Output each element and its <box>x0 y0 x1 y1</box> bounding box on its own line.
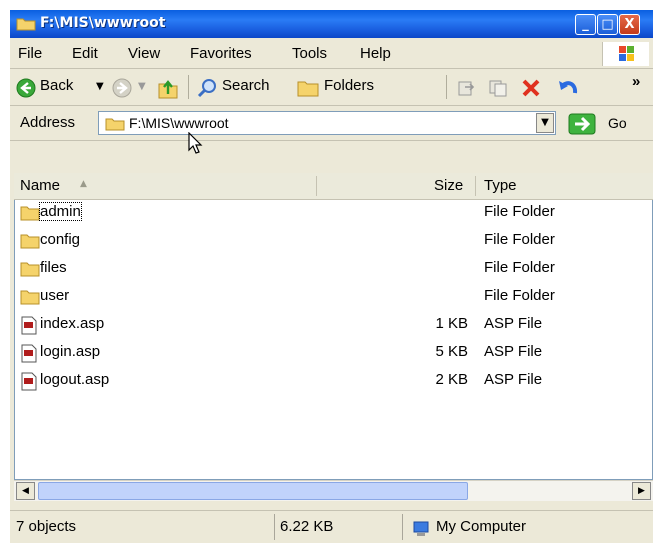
horizontal-scrollbar[interactable]: ◀ ▶ <box>14 480 653 501</box>
my-computer-icon <box>413 521 429 536</box>
address-dropdown-button[interactable]: ▼ <box>536 113 554 133</box>
more-tools-chevron[interactable]: » <box>632 73 640 90</box>
column-divider[interactable] <box>475 176 476 196</box>
status-total-size: 6.22 KB <box>280 518 334 535</box>
folders-icon[interactable] <box>296 77 320 99</box>
windows-flag-icon <box>619 46 634 61</box>
address-bar: Address F:\MIS\wwwroot ▼ Go <box>10 106 653 141</box>
folders-button-label[interactable]: Folders <box>324 77 374 94</box>
go-arrow-icon[interactable] <box>568 113 598 135</box>
toolbar-separator <box>446 75 447 99</box>
folder-icon <box>20 262 40 277</box>
file-type: File Folder <box>484 259 555 276</box>
asp-file-icon <box>21 344 37 363</box>
file-name: index.asp <box>40 315 105 332</box>
back-arrow-icon[interactable] <box>16 78 36 98</box>
status-divider <box>274 514 275 540</box>
file-size: 5 KB <box>435 343 468 360</box>
menu-file[interactable]: File <box>18 45 42 62</box>
file-name: logout.asp <box>40 371 110 388</box>
list-item[interactable]: index.asp 1 KB ASP File <box>14 312 634 340</box>
search-button-label[interactable]: Search <box>222 77 270 94</box>
window-title: F:\MIS\wwwroot <box>40 15 166 31</box>
toolbar-separator <box>188 75 189 99</box>
list-item[interactable]: config File Folder <box>14 228 634 256</box>
back-dropdown-icon[interactable]: ▼ <box>96 81 104 92</box>
list-item[interactable]: login.asp 5 KB ASP File <box>14 340 634 368</box>
scroll-right-button[interactable]: ▶ <box>632 482 651 500</box>
status-divider <box>402 514 403 540</box>
list-item[interactable]: user File Folder <box>14 284 634 312</box>
column-divider[interactable] <box>316 176 317 196</box>
search-icon[interactable] <box>196 77 218 99</box>
column-header-type[interactable]: Type <box>484 173 517 199</box>
up-folder-icon[interactable] <box>156 76 180 100</box>
menu-edit[interactable]: Edit <box>72 45 98 62</box>
file-type: File Folder <box>484 203 555 220</box>
address-label: Address <box>20 114 76 131</box>
scrollbar-thumb[interactable] <box>38 482 468 500</box>
sort-ascending-icon: ▲ <box>80 179 87 189</box>
explorer-window: F:\MIS\wwwroot _ □ X File Edit View Favo… <box>10 10 653 543</box>
file-type: File Folder <box>484 287 555 304</box>
menu-view[interactable]: View <box>128 45 160 62</box>
folder-icon <box>105 118 125 131</box>
standard-toolbar: Back ▼ ▼ Search Folders » <box>10 69 653 106</box>
list-item[interactable]: admin File Folder <box>14 200 634 228</box>
menu-bar: File Edit View Favorites Tools Help <box>10 38 653 69</box>
file-type: ASP File <box>484 315 543 332</box>
list-item[interactable]: files File Folder <box>14 256 634 284</box>
mouse-pointer-icon <box>188 132 203 154</box>
address-field[interactable]: F:\MIS\wwwroot ▼ <box>98 111 556 135</box>
address-value: F:\MIS\wwwroot <box>129 115 229 131</box>
back-button-label[interactable]: Back <box>40 77 73 94</box>
title-bar[interactable]: F:\MIS\wwwroot _ □ X <box>10 10 653 38</box>
file-type: ASP File <box>484 343 543 360</box>
maximize-button[interactable]: □ <box>597 14 618 35</box>
file-size: 1 KB <box>435 315 468 332</box>
status-zone: My Computer <box>436 518 527 535</box>
forward-dropdown-icon[interactable]: ▼ <box>138 81 146 92</box>
menu-help[interactable]: Help <box>360 45 391 62</box>
copy-to-icon[interactable] <box>488 78 508 98</box>
folder-icon <box>20 206 40 221</box>
column-header-row: Name ▲ Size Type <box>14 173 653 200</box>
folder-icon <box>16 18 36 31</box>
file-name: login.asp <box>40 343 101 360</box>
scroll-left-button[interactable]: ◀ <box>16 482 35 500</box>
column-header-name[interactable]: Name <box>20 173 60 199</box>
menu-tools[interactable]: Tools <box>292 45 327 62</box>
status-object-count: 7 objects <box>16 518 77 535</box>
minimize-button[interactable]: _ <box>575 14 596 35</box>
list-item[interactable]: logout.asp 2 KB ASP File <box>14 368 634 396</box>
menu-favorites[interactable]: Favorites <box>190 45 252 62</box>
file-name: files <box>40 259 67 276</box>
file-name: admin <box>39 202 82 221</box>
file-name: user <box>40 287 70 304</box>
folder-icon <box>20 290 40 305</box>
delete-icon[interactable] <box>520 77 542 99</box>
asp-file-icon <box>21 372 37 391</box>
go-button-label[interactable]: Go <box>608 115 627 131</box>
move-to-icon[interactable] <box>456 78 476 98</box>
close-button[interactable]: X <box>619 14 640 35</box>
undo-icon[interactable] <box>556 76 580 100</box>
file-type: ASP File <box>484 371 543 388</box>
column-header-size[interactable]: Size <box>434 173 463 199</box>
asp-file-icon <box>21 316 37 335</box>
file-size: 2 KB <box>435 371 468 388</box>
status-bar: 7 objects 6.22 KB My Computer <box>10 510 653 543</box>
file-type: File Folder <box>484 231 555 248</box>
file-name: config <box>40 231 81 248</box>
forward-arrow-icon[interactable] <box>112 78 132 98</box>
windows-logo <box>602 42 649 66</box>
folder-icon <box>20 234 40 249</box>
